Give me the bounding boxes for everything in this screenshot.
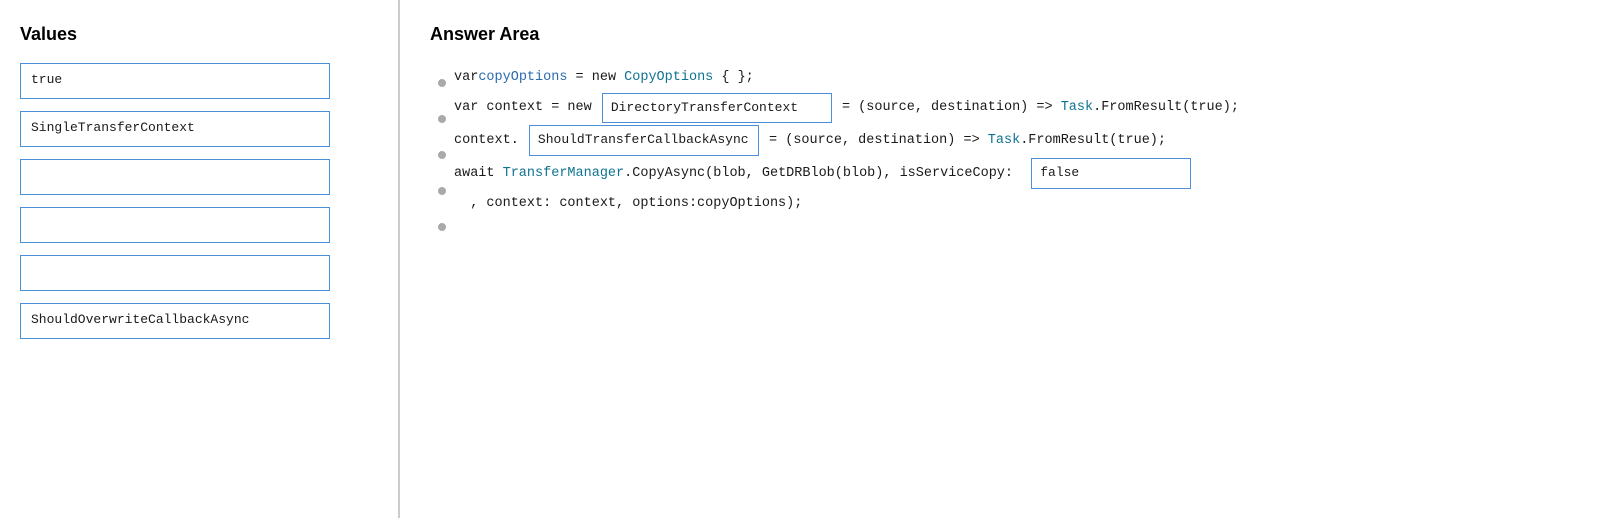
value-box-1[interactable]: true [20,63,330,99]
line3-suffix-start: = (source, destination) => [769,128,988,154]
dot-3 [438,151,446,159]
line5-context: context: context, options:copyOptions); [486,191,802,217]
line2-suffix-end: .FromResult(true); [1093,95,1239,121]
line2-prefix: var context = new [454,95,600,121]
code-area: var copyOptions = new CopyOptions { }; v… [430,65,1577,245]
line1-braces: { }; [713,65,754,91]
value-box-2[interactable]: SingleTransferContext [20,111,330,147]
line3-space [761,128,769,154]
dot-4 [438,187,446,195]
line5-indent: , [454,191,486,217]
code-line-3: context. ShouldTransferCallbackAsync = (… [454,125,1577,156]
line2-suffix-start: = (source, destination) => [842,95,1061,121]
left-panel: Values true SingleTransferContext Should… [0,0,400,518]
code-line-1: var copyOptions = new CopyOptions { }; [454,65,1577,91]
line4-await: await [454,161,503,187]
line2-dot-equals [834,95,842,121]
answer-area-title: Answer Area [430,24,1577,45]
line4-copyasync: .CopyAsync(blob, GetDRBlob(blob), isServ… [624,161,1029,187]
answer-box-line2[interactable]: DirectoryTransferContext [602,93,832,124]
line4-transfermanager: TransferManager [503,161,625,187]
answer-box-line4[interactable]: false [1031,158,1191,189]
line3-task: Task [988,128,1020,154]
dot-5 [438,223,446,231]
left-panel-title: Values [20,24,378,45]
code-line-2: var context = new DirectoryTransferConte… [454,93,1577,124]
value-box-5[interactable] [20,255,330,291]
line1-prefix: var [454,65,478,91]
line2-task: Task [1061,95,1093,121]
code-line-5: , context: context, options:copyOptions)… [454,191,1577,217]
answer-area-content: var copyOptions = new CopyOptions { }; v… [454,65,1577,245]
code-line-4: await TransferManager .CopyAsync(blob, G… [454,158,1577,189]
value-box-3[interactable] [20,159,330,195]
line1-equals: = new [567,65,624,91]
line3-prefix: context. [454,128,527,154]
dots-column [430,65,454,245]
value-box-4[interactable] [20,207,330,243]
code-block: var copyOptions = new CopyOptions { }; v… [454,65,1577,216]
dot-2 [438,115,446,123]
line1-copyoptions-var: copyOptions [478,65,567,91]
line3-suffix-end: .FromResult(true); [1020,128,1166,154]
answer-box-line3[interactable]: ShouldTransferCallbackAsync [529,125,759,156]
value-box-6[interactable]: ShouldOverwriteCallbackAsync [20,303,330,339]
dot-1 [438,79,446,87]
line1-copyoptions-class: CopyOptions [624,65,713,91]
right-panel: Answer Area var copyOptions = new CopyOp… [400,0,1607,518]
